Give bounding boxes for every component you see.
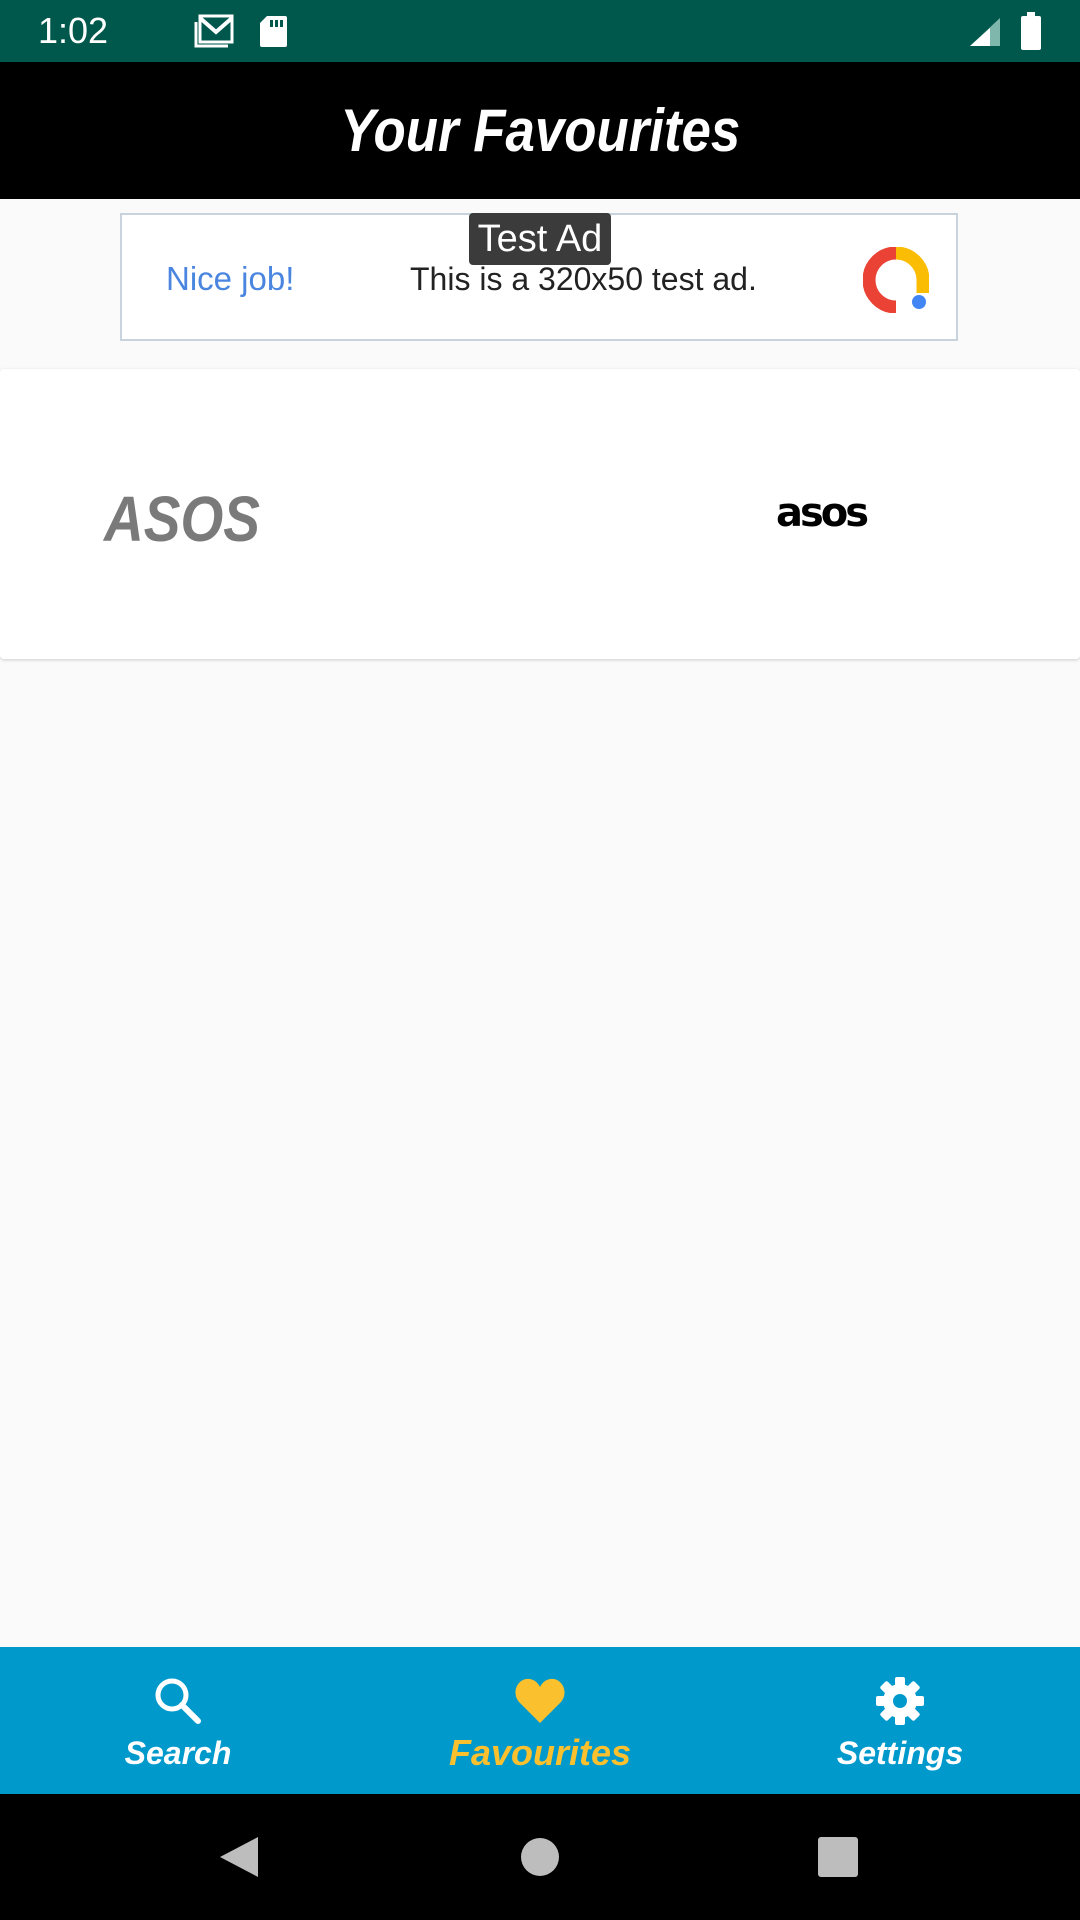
bottom-navigation: Search Favourites Settings: [0, 1647, 1080, 1794]
nav-item-label: Settings: [836, 1735, 964, 1771]
recents-icon[interactable]: [810, 1829, 866, 1885]
nav-item-favourites[interactable]: Favourites: [390, 1647, 690, 1794]
sd-card-icon: [260, 16, 287, 47]
search-icon: [155, 1678, 201, 1724]
nav-item-label: Favourites: [448, 1732, 632, 1773]
test-ad-label: Test Ad: [469, 213, 611, 265]
page-title: Your Favourites: [339, 97, 740, 164]
favourite-name: ASOS: [104, 483, 260, 555]
heart-icon: [515, 1678, 565, 1723]
nav-item-label: Search: [124, 1735, 232, 1771]
brand-logo: asos: [776, 490, 869, 536]
back-icon[interactable]: [210, 1829, 266, 1885]
status-time: 1:02: [38, 10, 109, 51]
nav-item-settings[interactable]: Settings: [750, 1647, 1050, 1794]
app-bar: Your Favourites: [0, 62, 1080, 199]
battery-icon: [1021, 12, 1041, 50]
nav-item-search[interactable]: Search: [28, 1647, 328, 1794]
favourite-card[interactable]: ASOS asos: [0, 369, 1080, 659]
gmail-icon: [194, 14, 234, 48]
home-icon[interactable]: [512, 1829, 568, 1885]
ad-description: This is a 320x50 test ad.: [410, 261, 757, 297]
status-bar: 1:02: [0, 0, 1080, 62]
screen: 1:02 Your Favourites Nice job! This is a…: [0, 0, 1080, 1920]
signal-icon: [970, 18, 1000, 46]
gear-icon: [876, 1677, 924, 1725]
admob-logo-icon: [863, 247, 929, 313]
system-navigation-bar: [0, 1794, 1080, 1920]
ad-headline: Nice job!: [166, 260, 295, 297]
